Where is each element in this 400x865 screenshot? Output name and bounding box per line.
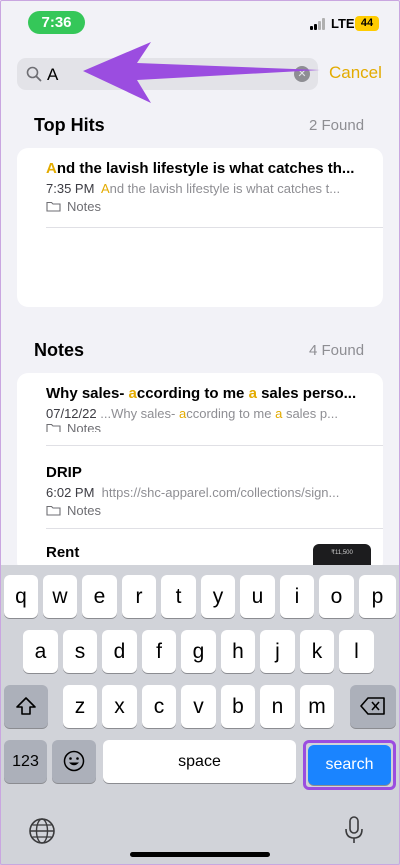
search-key[interactable]: search <box>308 745 391 785</box>
folder-icon <box>46 505 61 516</box>
notes-count: 4 Found <box>309 342 365 359</box>
home-indicator <box>130 852 270 857</box>
folder-icon <box>46 424 61 432</box>
battery-icon: 44 <box>355 16 379 31</box>
network-type: LTE <box>331 16 355 31</box>
keyboard: q w e r t y u i o p a s d f g h j k l z … <box>0 565 400 865</box>
key[interactable]: g <box>181 630 216 673</box>
cancel-button[interactable]: Cancel <box>329 63 382 83</box>
key[interactable]: f <box>142 630 176 673</box>
key[interactable]: u <box>240 575 275 618</box>
key[interactable]: a <box>23 630 58 673</box>
key[interactable]: c <box>142 685 176 728</box>
delete-key[interactable] <box>350 685 396 728</box>
key[interactable]: t <box>161 575 196 618</box>
note-title: And the lavish lifestyle is what catches… <box>46 160 355 177</box>
status-bar: 7:36 LTE 44 <box>0 0 400 46</box>
top-hits-title: Top Hits <box>34 115 105 135</box>
divider <box>46 227 383 228</box>
key[interactable]: r <box>122 575 156 618</box>
clear-icon[interactable]: ✕ <box>294 66 310 82</box>
key[interactable]: m <box>300 685 334 728</box>
key[interactable]: w <box>43 575 77 618</box>
numbers-key[interactable]: 123 <box>4 740 47 783</box>
microphone-icon[interactable] <box>343 815 365 845</box>
list-item[interactable]: Why sales- according to me a sales perso… <box>46 385 376 432</box>
key[interactable]: d <box>102 630 137 673</box>
delete-icon <box>360 697 385 715</box>
folder-icon <box>46 201 61 212</box>
key[interactable]: q <box>4 575 38 618</box>
divider <box>46 528 383 529</box>
key[interactable]: y <box>201 575 235 618</box>
key[interactable]: l <box>339 630 374 673</box>
key[interactable]: p <box>359 575 396 618</box>
key[interactable]: n <box>260 685 295 728</box>
note-subtitle: 07/12/22 ...Why sales- according to me a… <box>46 406 338 421</box>
key[interactable]: v <box>181 685 216 728</box>
list-item[interactable]: DRIP 6:02 PM https://shc-apparel.com/col… <box>46 464 376 518</box>
note-folder: Notes <box>46 503 376 518</box>
search-field[interactable]: A ✕ <box>17 58 318 90</box>
search-icon <box>26 66 42 82</box>
key[interactable]: e <box>82 575 117 618</box>
key[interactable]: h <box>221 630 255 673</box>
shift-key[interactable] <box>4 685 48 728</box>
key[interactable]: k <box>300 630 334 673</box>
note-subtitle: 7:35 PM And the lavish lifestyle is what… <box>46 181 341 196</box>
note-title: Why sales- according to me a sales perso… <box>46 385 357 402</box>
cellular-signal-icon <box>310 18 326 30</box>
globe-icon[interactable] <box>28 817 56 845</box>
shift-icon <box>16 697 36 715</box>
space-key[interactable]: space <box>103 740 296 783</box>
key[interactable]: x <box>102 685 137 728</box>
key[interactable]: z <box>63 685 97 728</box>
notes-card: Why sales- according to me a sales perso… <box>17 373 383 573</box>
note-folder: Notes <box>46 424 376 432</box>
note-folder: Notes <box>46 199 376 214</box>
key[interactable]: b <box>221 685 255 728</box>
divider <box>46 445 383 446</box>
emoji-icon <box>63 750 85 772</box>
key[interactable]: j <box>260 630 295 673</box>
top-hits-card: And the lavish lifestyle is what catches… <box>17 148 383 307</box>
note-title: DRIP <box>46 464 82 481</box>
emoji-key[interactable] <box>52 740 96 783</box>
notes-section-title: Notes <box>34 340 85 360</box>
top-hits-count: 2 Found <box>309 117 365 134</box>
search-input[interactable]: A <box>47 65 58 85</box>
key[interactable]: s <box>63 630 97 673</box>
key[interactable]: i <box>280 575 314 618</box>
key[interactable]: o <box>319 575 354 618</box>
status-time: 7:36 <box>28 11 85 34</box>
note-subtitle: 6:02 PM https://shc-apparel.com/collecti… <box>46 485 340 500</box>
list-item[interactable]: And the lavish lifestyle is what catches… <box>46 160 376 214</box>
